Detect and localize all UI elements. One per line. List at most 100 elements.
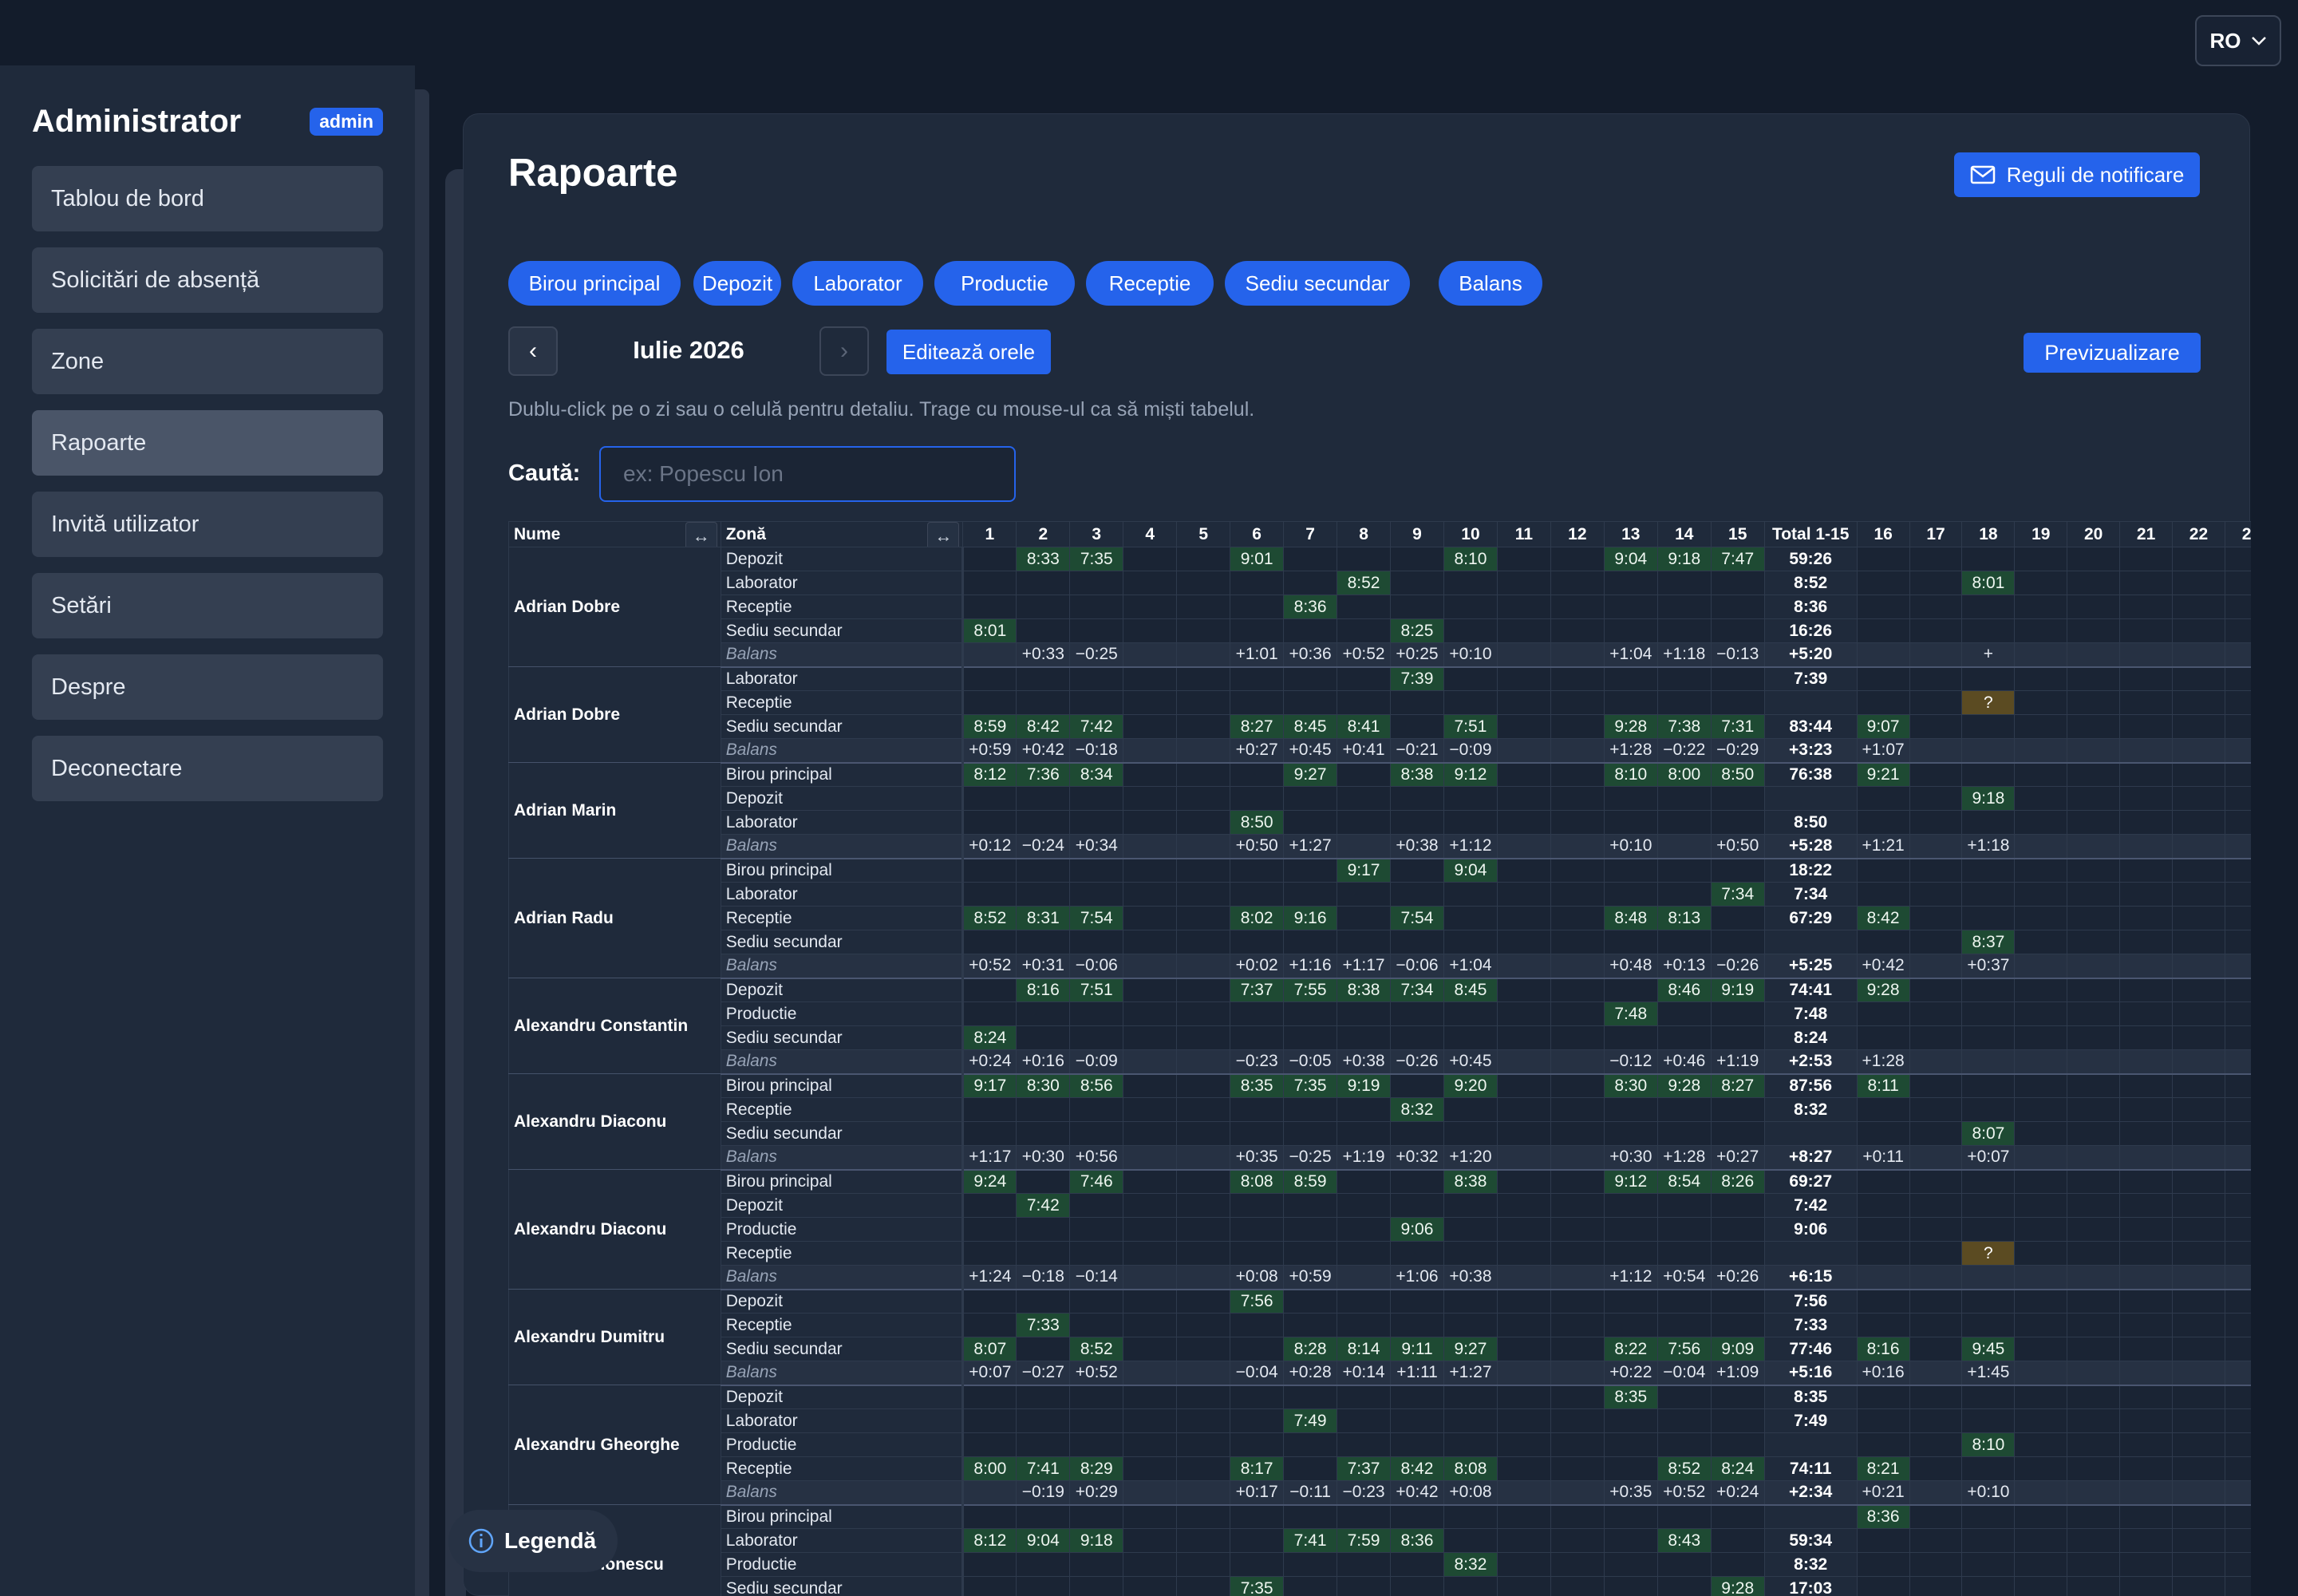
day-cell[interactable] [1856, 1241, 1910, 1266]
day-cell[interactable] [1069, 1504, 1124, 1529]
day-cell[interactable] [1337, 1217, 1392, 1242]
day-cell[interactable] [1283, 1313, 1338, 1337]
day-cell[interactable] [1496, 547, 1551, 571]
day-cell[interactable] [1909, 714, 1963, 739]
day-cell[interactable] [1856, 642, 1910, 668]
day-cell[interactable] [1656, 1576, 1712, 1596]
day-cell[interactable] [1961, 738, 2016, 764]
day-cell[interactable] [1856, 1001, 1910, 1026]
day-cell[interactable] [1550, 1121, 1605, 1146]
day-cell[interactable] [2224, 906, 2251, 930]
day-cell[interactable] [1443, 1217, 1498, 1242]
day-cell[interactable] [2014, 738, 2068, 764]
day-cell[interactable]: 9:28 [1856, 978, 1910, 1002]
day-cell[interactable] [1337, 666, 1392, 691]
day-cell[interactable] [1069, 618, 1124, 643]
day-cell[interactable] [2014, 786, 2068, 811]
day-cell[interactable] [1603, 1456, 1658, 1481]
day-cell[interactable] [1443, 1025, 1498, 1050]
day-cell[interactable] [1710, 1552, 1765, 1577]
day-cell[interactable] [1710, 786, 1765, 811]
day-cell[interactable] [1230, 690, 1285, 715]
day-cell[interactable] [2119, 1169, 2174, 1194]
day-cell[interactable] [1283, 1504, 1338, 1529]
day-cell[interactable] [2014, 1504, 2068, 1529]
day-cell[interactable] [2224, 1528, 2251, 1553]
day-cell[interactable] [2119, 762, 2174, 787]
day-cell[interactable] [1710, 1432, 1765, 1457]
day-cell[interactable] [1909, 954, 1963, 979]
day-cell[interactable] [2014, 1073, 2068, 1098]
day-cell[interactable] [2119, 1049, 2174, 1075]
day-cell[interactable] [1283, 882, 1338, 907]
day-cell[interactable] [2224, 1480, 2251, 1506]
day-cell[interactable] [1961, 1193, 2016, 1218]
day-cell[interactable] [1856, 1193, 1910, 1218]
day-cell[interactable] [1283, 1241, 1338, 1266]
day-cell[interactable] [2172, 786, 2225, 811]
day-cell[interactable]: 9:24 [962, 1169, 1017, 1194]
day-cell[interactable]: +0:17 [1230, 1480, 1285, 1506]
edit-hours-button[interactable]: Editează orele [886, 330, 1051, 374]
day-cell[interactable] [1123, 1025, 1178, 1050]
day-cell[interactable] [1550, 1504, 1605, 1529]
day-cell[interactable] [1390, 1193, 1444, 1218]
day-cell[interactable] [1337, 930, 1392, 954]
day-cell[interactable]: −0:23 [1230, 1049, 1285, 1075]
day-cell[interactable] [1123, 978, 1178, 1002]
day-cell[interactable] [1443, 571, 1498, 595]
employee-name[interactable]: Adrian Dobre [508, 547, 721, 667]
day-cell[interactable] [1283, 690, 1338, 715]
day-cell[interactable] [2224, 1049, 2251, 1075]
day-cell[interactable]: +1:17 [1337, 954, 1392, 979]
day-cell[interactable] [2172, 595, 2225, 619]
day-cell[interactable] [1909, 1025, 1963, 1050]
day-cell[interactable] [2067, 666, 2121, 691]
day-cell[interactable]: +0:27 [1230, 738, 1285, 764]
day-cell[interactable] [1283, 1097, 1338, 1122]
day-cell[interactable] [2067, 1145, 2121, 1171]
day-cell[interactable] [1710, 1408, 1765, 1433]
day-cell[interactable] [1230, 786, 1285, 811]
day-cell[interactable] [1550, 834, 1605, 859]
day-cell[interactable] [2224, 1337, 2251, 1361]
day-cell[interactable]: 8:02 [1230, 906, 1285, 930]
day-cell[interactable] [2014, 1408, 2068, 1433]
day-cell[interactable] [1909, 1193, 1963, 1218]
day-cell[interactable] [1710, 595, 1765, 619]
day-cell[interactable] [1961, 1528, 2016, 1553]
day-cell[interactable] [2067, 738, 2121, 764]
day-cell[interactable] [1909, 595, 1963, 619]
day-cell[interactable]: −0:09 [1443, 738, 1498, 764]
day-cell[interactable]: +1:06 [1390, 1265, 1444, 1290]
day-cell[interactable] [1550, 954, 1605, 979]
day-cell[interactable] [2224, 595, 2251, 619]
chip-depozit[interactable]: Depozit [693, 261, 781, 306]
day-cell[interactable] [1496, 1313, 1551, 1337]
day-cell[interactable] [2224, 1097, 2251, 1122]
day-cell[interactable]: +0:30 [1603, 1145, 1658, 1171]
next-month-button[interactable]: › [819, 326, 869, 376]
resize-column-icon[interactable]: ↔ [685, 522, 717, 547]
day-cell[interactable] [2224, 1169, 2251, 1194]
day-cell[interactable]: 7:54 [1069, 906, 1124, 930]
day-cell[interactable] [2014, 1145, 2068, 1171]
day-cell[interactable] [1123, 642, 1178, 668]
day-cell[interactable]: 8:41 [1337, 714, 1392, 739]
employee-name[interactable]: Adrian Radu [508, 858, 721, 978]
day-cell[interactable]: +1:18 [1961, 834, 2016, 859]
day-cell[interactable] [2172, 834, 2225, 859]
employee-name[interactable]: Alexandru Diaconu [508, 1073, 721, 1170]
preview-button[interactable]: Previzualizare [2024, 333, 2201, 373]
day-cell[interactable] [2119, 595, 2174, 619]
day-cell[interactable] [1337, 1241, 1392, 1266]
day-cell[interactable] [1390, 1073, 1444, 1098]
day-cell[interactable] [1496, 1193, 1551, 1218]
day-cell[interactable] [1496, 1265, 1551, 1290]
day-cell[interactable] [1337, 786, 1392, 811]
day-cell[interactable]: 8:16 [1016, 978, 1071, 1002]
day-cell[interactable] [2067, 618, 2121, 643]
day-cell[interactable] [1496, 595, 1551, 619]
day-cell[interactable] [1337, 834, 1392, 859]
day-cell[interactable]: 8:45 [1283, 714, 1338, 739]
